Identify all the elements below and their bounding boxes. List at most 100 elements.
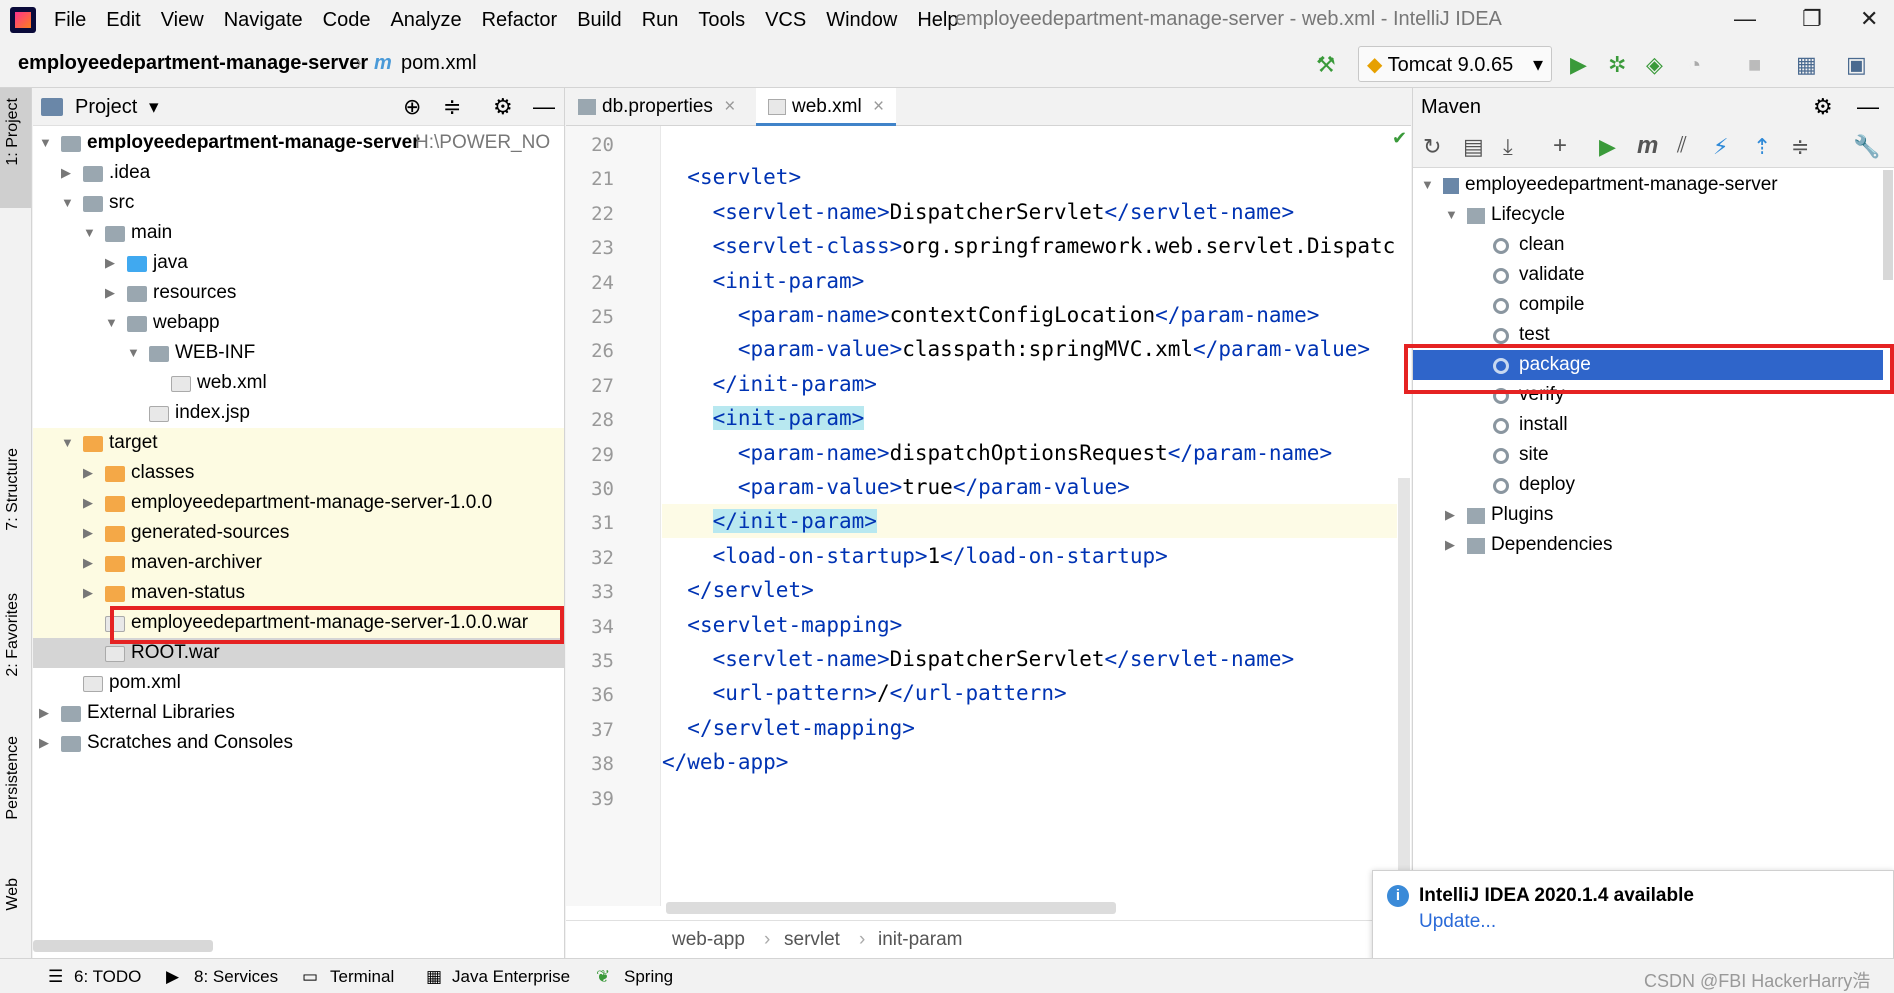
tree-node[interactable]: index.jsp: [33, 398, 564, 428]
tool-project-tab[interactable]: 1: Project: [4, 98, 22, 166]
maximize-icon[interactable]: ❐: [1802, 6, 1822, 32]
minimize-icon[interactable]: —: [1734, 6, 1756, 32]
locate-icon[interactable]: ⊕: [403, 94, 421, 120]
tree-node[interactable]: ▼ webapp: [33, 308, 564, 338]
download-icon[interactable]: ⤓: [1503, 134, 1513, 160]
tree-node[interactable]: ▶ classes: [33, 458, 564, 488]
tool-favorites-tab[interactable]: 2: Favorites: [4, 593, 22, 677]
build-hammer-icon[interactable]: ⚒: [1316, 52, 1340, 77]
inspection-ok-icon[interactable]: ✔: [1392, 128, 1407, 149]
lifecycle-install[interactable]: install: [1413, 410, 1883, 440]
menu-refactor[interactable]: Refactor: [482, 9, 558, 32]
menu-build[interactable]: Build: [577, 9, 621, 32]
stop-icon[interactable]: ■: [1748, 52, 1772, 77]
update-link[interactable]: Update...: [1419, 911, 1496, 933]
maven-plugins-node[interactable]: ▶ Plugins: [1413, 500, 1883, 530]
menu-file[interactable]: File: [54, 9, 86, 32]
run-icon[interactable]: ▶: [1570, 52, 1594, 77]
chevron-down-icon[interactable]: ▾: [149, 96, 159, 119]
chevron-down-icon[interactable]: ▼: [61, 188, 75, 218]
menu-window[interactable]: Window: [826, 9, 897, 32]
horizontal-scrollbar[interactable]: [33, 940, 213, 952]
presentation-icon[interactable]: ▣: [1846, 52, 1870, 77]
coverage-icon[interactable]: ◈: [1646, 52, 1670, 77]
chevron-right-icon[interactable]: ▶: [83, 488, 97, 518]
tree-node[interactable]: ▼ target: [33, 428, 564, 458]
code-content[interactable]: <servlet> <servlet-name>DispatcherServle…: [662, 126, 1397, 906]
project-panel-title[interactable]: Project: [75, 96, 137, 119]
editor-horizontal-scrollbar[interactable]: [666, 902, 1116, 914]
maven-settings-icon[interactable]: 🔧: [1853, 134, 1880, 160]
menu-vcs[interactable]: VCS: [765, 9, 806, 32]
chevron-right-icon[interactable]: ▶: [105, 248, 119, 278]
add-icon[interactable]: +: [1553, 132, 1567, 160]
chevron-right-icon[interactable]: ▶: [83, 548, 97, 578]
nav-file[interactable]: pom.xml: [401, 52, 477, 75]
hide-panel-icon[interactable]: —: [533, 94, 555, 120]
settings-gear-icon[interactable]: ⚙: [493, 94, 513, 120]
tree-node[interactable]: ▶ resources: [33, 278, 564, 308]
collapse-all-icon[interactable]: ≑: [1791, 134, 1809, 160]
chevron-down-icon[interactable]: ▼: [105, 308, 119, 338]
vertical-scrollbar[interactable]: [1398, 478, 1410, 918]
tree-node[interactable]: ▼ main: [33, 218, 564, 248]
lifecycle-validate[interactable]: validate: [1413, 260, 1883, 290]
menu-analyze[interactable]: Analyze: [390, 9, 461, 32]
chevron-right-icon[interactable]: ▶: [61, 158, 75, 188]
menu-help[interactable]: Help: [917, 9, 958, 32]
tree-node[interactable]: web.xml: [33, 368, 564, 398]
tree-node[interactable]: ▶ Scratches and Consoles: [33, 728, 564, 758]
lifecycle-deploy[interactable]: deploy: [1413, 470, 1883, 500]
tool-spring[interactable]: Spring: [624, 967, 673, 987]
tree-node[interactable]: ▶ .idea: [33, 158, 564, 188]
generate-sources-icon[interactable]: ▤: [1463, 134, 1484, 160]
tool-web-tab[interactable]: Web: [4, 878, 22, 911]
tool-java-enterprise[interactable]: Java Enterprise: [452, 967, 570, 987]
lifecycle-site[interactable]: site: [1413, 440, 1883, 470]
breadcrumb-servlet[interactable]: servlet: [784, 929, 840, 951]
chevron-right-icon[interactable]: ▶: [105, 278, 119, 308]
chevron-down-icon[interactable]: ▼: [83, 218, 97, 248]
tool-services[interactable]: 8: Services: [194, 967, 278, 987]
maven-project-node[interactable]: ▼ employeedepartment-manage-server: [1413, 170, 1883, 200]
tree-node[interactable]: ▶ External Libraries: [33, 698, 564, 728]
lifecycle-compile[interactable]: compile: [1413, 290, 1883, 320]
tab-web-xml[interactable]: web.xml ×: [756, 88, 897, 126]
tree-node[interactable]: ▼ WEB-INF: [33, 338, 564, 368]
close-tab-icon[interactable]: ×: [873, 96, 884, 117]
tree-node[interactable]: ▼ employeedepartment-manage-server H:\POWE…: [33, 128, 564, 158]
tree-node[interactable]: ▶ generated-sources: [33, 518, 564, 548]
tree-node[interactable]: pom.xml: [33, 668, 564, 698]
hide-panel-icon[interactable]: —: [1857, 94, 1879, 120]
tree-node[interactable]: ▶ java: [33, 248, 564, 278]
execute-goal-icon[interactable]: m: [1637, 132, 1658, 160]
debug-icon[interactable]: ✲: [1608, 52, 1632, 77]
run-config-select[interactable]: ◆ Tomcat 9.0.65 ▾: [1358, 46, 1552, 82]
collapse-all-icon[interactable]: ≑: [443, 94, 461, 120]
menu-run[interactable]: Run: [642, 9, 679, 32]
tree-node[interactable]: ▼ src: [33, 188, 564, 218]
breadcrumb-web-app[interactable]: web-app: [672, 929, 745, 951]
menu-navigate[interactable]: Navigate: [224, 9, 303, 32]
tab-db-properties[interactable]: db.properties ×: [566, 88, 747, 126]
chevron-down-icon[interactable]: ▼: [127, 338, 141, 368]
lifecycle-clean[interactable]: clean: [1413, 230, 1883, 260]
chevron-right-icon[interactable]: ▶: [83, 458, 97, 488]
reload-icon[interactable]: ↻: [1423, 134, 1441, 160]
skip-tests-icon[interactable]: ⚡: [1713, 134, 1728, 160]
toggle-offline-icon[interactable]: ⫽: [1677, 132, 1687, 158]
settings-gear-icon[interactable]: ⚙: [1813, 94, 1833, 120]
chevron-down-icon[interactable]: ▼: [39, 128, 53, 158]
profile-icon[interactable]: ◔: [1688, 52, 1712, 77]
chevron-right-icon[interactable]: ▶: [83, 518, 97, 548]
menu-view[interactable]: View: [161, 9, 204, 32]
maven-dependencies-node[interactable]: ▶ Dependencies: [1413, 530, 1883, 560]
menu-tools[interactable]: Tools: [698, 9, 745, 32]
tree-node[interactable]: ▶ maven-archiver: [33, 548, 564, 578]
menu-edit[interactable]: Edit: [106, 9, 140, 32]
tree-node[interactable]: ▶ employeedepartment-manage-server-1.0.0: [33, 488, 564, 518]
close-icon[interactable]: ✕: [1860, 6, 1878, 32]
chevron-right-icon[interactable]: ▶: [39, 698, 53, 728]
show-dependencies-icon[interactable]: ⇡: [1753, 134, 1771, 160]
run-icon[interactable]: ▶: [1599, 134, 1616, 160]
